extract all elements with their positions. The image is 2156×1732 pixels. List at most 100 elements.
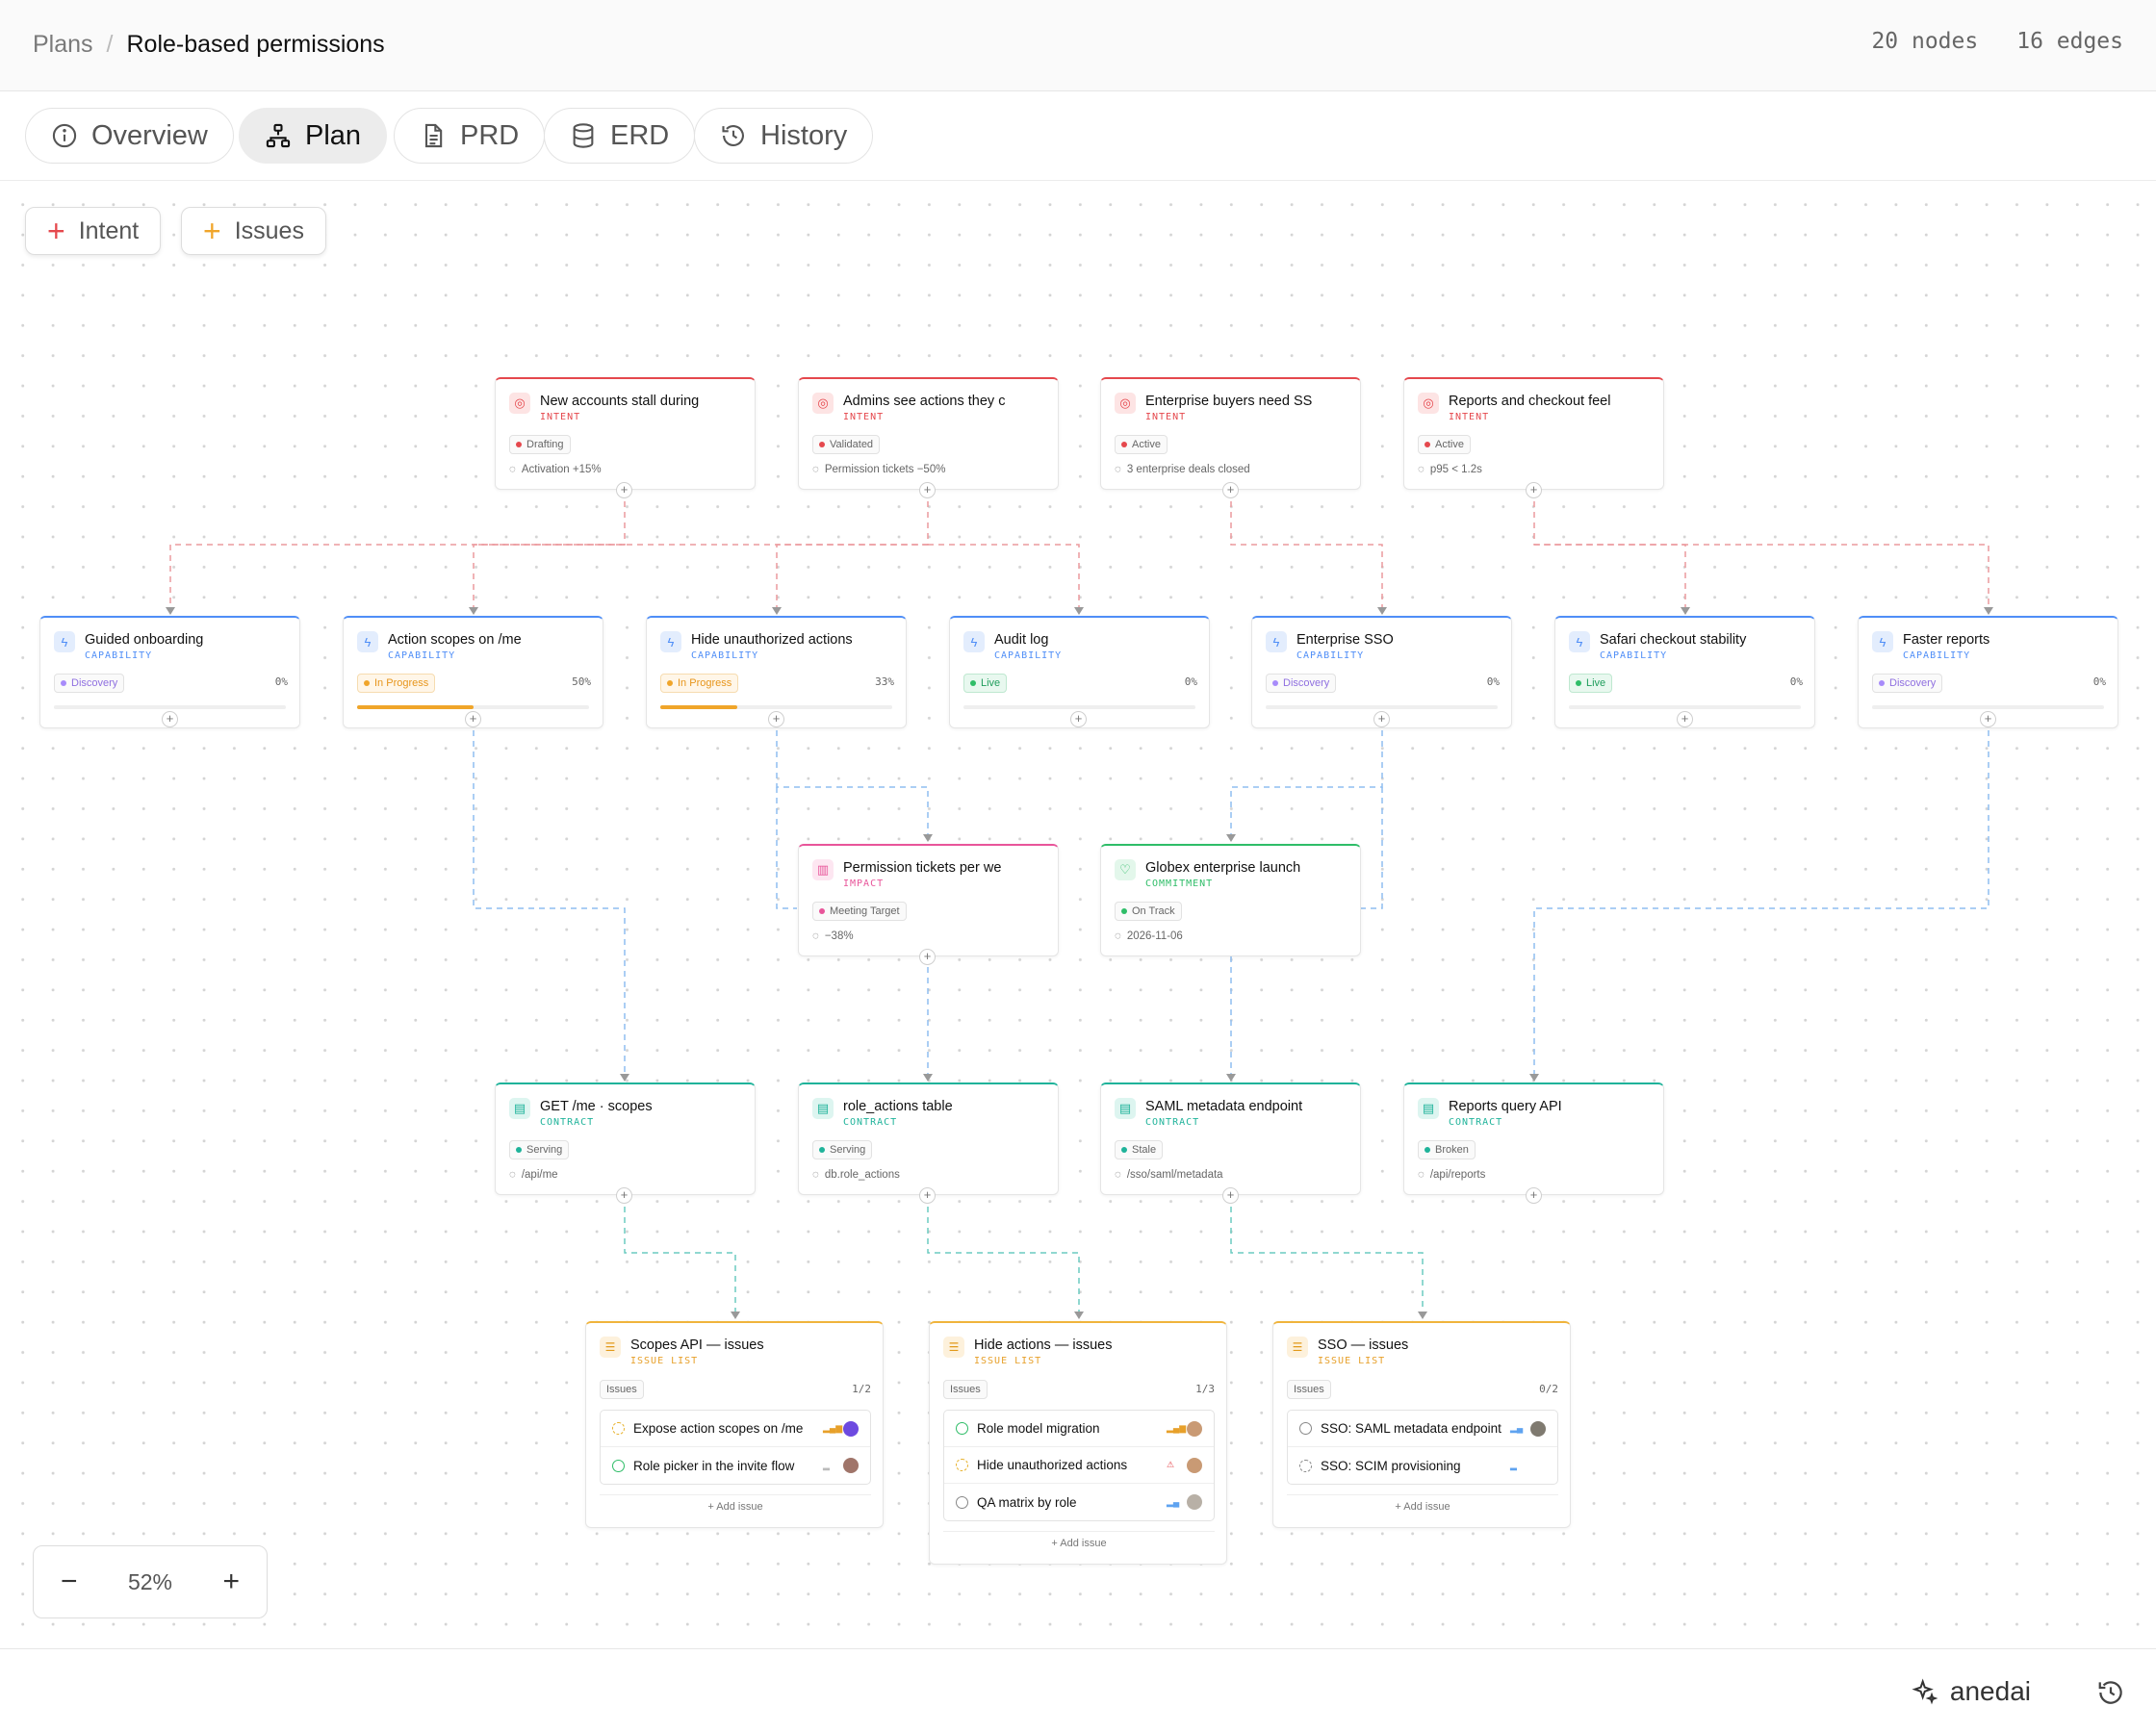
zoom-out-button[interactable]: −	[61, 1566, 78, 1598]
progress-bar	[963, 705, 1195, 709]
add-child-handle[interactable]: +	[1070, 711, 1087, 727]
priority-icon: ▂▄▆	[823, 1423, 843, 1433]
issue-rows: Expose action scopes on /me ▂▄▆ Role pick…	[600, 1410, 871, 1485]
issue-list-node[interactable]: ☰ Scopes API — issues ISSUE LIST Issues …	[585, 1321, 884, 1528]
add-child-handle[interactable]: +	[1222, 482, 1239, 498]
add-issue-button[interactable]: + Add issue	[1287, 1494, 1558, 1517]
target-icon: ◎	[1115, 393, 1136, 414]
progress-bar	[1569, 705, 1801, 709]
zoom-in-button[interactable]: +	[222, 1566, 240, 1598]
issue-row[interactable]: SSO: SCIM provisioning ▂	[1288, 1447, 1557, 1484]
add-child-handle[interactable]: +	[1373, 711, 1390, 727]
add-child-handle[interactable]: +	[919, 1187, 936, 1204]
avatar	[1187, 1457, 1202, 1473]
lightning-icon: ϟ	[660, 631, 681, 652]
edge	[927, 1196, 1080, 1316]
dashed-circle-icon: ◌	[1418, 1169, 1424, 1181]
priority-icon: ▂▄	[1510, 1423, 1524, 1433]
edge-arrow	[731, 1312, 740, 1319]
add-issue-button[interactable]: + Add issue	[943, 1531, 1215, 1554]
metric: ◌/api/me	[509, 1169, 558, 1181]
status-badge: Live	[1569, 674, 1613, 693]
intent-node[interactable]: ◎ Enterprise buyers need SS INTENT Activ…	[1100, 377, 1361, 490]
edge	[1230, 720, 1383, 839]
target-icon: ◎	[812, 393, 834, 414]
edge-arrow	[1984, 607, 1993, 615]
avatar-empty	[1530, 1458, 1546, 1473]
avatar	[843, 1458, 859, 1473]
edge-arrow	[1529, 1074, 1539, 1082]
scroll-icon: ▤	[509, 1098, 530, 1119]
edge-arrow	[923, 1074, 933, 1082]
avatar	[843, 1420, 859, 1437]
assistant-button[interactable]: anedai	[1912, 1676, 2031, 1707]
issue-row[interactable]: Expose action scopes on /me ▂▄▆	[601, 1411, 870, 1447]
priority-icon: ▂▄▆	[1167, 1423, 1187, 1433]
checklist-icon: ☰	[1287, 1337, 1308, 1358]
add-child-handle[interactable]: +	[1980, 711, 1996, 727]
metric: ◌ −38%	[812, 930, 854, 942]
impact-node[interactable]: ▥ Permission tickets per we IMPACT Meeti…	[798, 844, 1059, 956]
edge	[1533, 720, 1989, 1079]
issue-row[interactable]: Hide unauthorized actions ⚠	[944, 1447, 1214, 1484]
edge	[1533, 491, 1686, 612]
issue-count: 1/2	[852, 1383, 871, 1395]
add-issue-button[interactable]: + Add issue	[600, 1494, 871, 1517]
add-child-handle[interactable]: +	[919, 482, 936, 498]
dashed-circle-icon: ◌	[812, 464, 819, 475]
contract-node[interactable]: ▤ GET /me · scopes CONTRACT Serving ◌/ap…	[495, 1082, 756, 1195]
done-check-icon	[612, 1459, 625, 1472]
issue-list-node[interactable]: ☰ SSO — issues ISSUE LIST Issues 0/2 SSO…	[1272, 1321, 1571, 1528]
edge	[928, 544, 1080, 612]
commitment-node[interactable]: ♡ Globex enterprise launch COMMITMENT On…	[1100, 844, 1361, 956]
contract-node[interactable]: ▤ Reports query API CONTRACT Broken ◌/ap…	[1403, 1082, 1664, 1195]
target-icon: ◎	[509, 393, 530, 414]
progress-bar	[357, 705, 589, 709]
edge	[624, 1196, 736, 1316]
issue-list-node[interactable]: ☰ Hide actions — issues ISSUE LIST Issue…	[929, 1321, 1227, 1565]
in-progress-icon	[612, 1422, 625, 1435]
dashed-circle-icon: ◌	[1418, 464, 1424, 475]
intent-node[interactable]: ◎ New accounts stall during INTENT Draft…	[495, 377, 756, 490]
add-child-handle[interactable]: +	[616, 482, 632, 498]
edge	[474, 491, 929, 546]
add-child-handle[interactable]: +	[162, 711, 178, 727]
add-child-handle[interactable]: +	[1677, 711, 1693, 727]
issue-row[interactable]: Role model migration ▂▄▆	[944, 1411, 1214, 1447]
edge-arrow	[1681, 607, 1690, 615]
progress-bar	[1872, 705, 2104, 709]
contract-node[interactable]: ▤ SAML metadata endpoint CONTRACT Stale …	[1100, 1082, 1361, 1195]
add-child-handle[interactable]: +	[1526, 482, 1542, 498]
issue-count: 1/3	[1195, 1383, 1215, 1395]
status-badge: Meeting Target	[812, 902, 907, 921]
edge-arrow	[1074, 607, 1084, 615]
add-child-handle[interactable]: +	[1526, 1187, 1542, 1204]
issue-row[interactable]: Role picker in the invite flow ▂	[601, 1447, 870, 1484]
issue-row[interactable]: QA matrix by role ▂▄	[944, 1484, 1214, 1520]
todo-circle-icon	[1299, 1422, 1312, 1435]
add-child-handle[interactable]: +	[919, 949, 936, 965]
add-child-handle[interactable]: +	[616, 1187, 632, 1204]
add-child-handle[interactable]: +	[1222, 1187, 1239, 1204]
status-badge: Discovery	[54, 674, 125, 693]
intent-node[interactable]: ◎ Admins see actions they c INTENT Valid…	[798, 377, 1059, 490]
status-badge: Broken	[1418, 1140, 1476, 1159]
edge	[776, 544, 928, 612]
history-icon[interactable]	[2096, 1678, 2125, 1707]
issues-tag: Issues	[1287, 1380, 1331, 1399]
edge-arrow	[469, 607, 478, 615]
add-child-handle[interactable]: +	[768, 711, 784, 727]
zoom-control: − 52% +	[33, 1545, 268, 1618]
dashed-circle-icon: ◌	[812, 1169, 819, 1181]
contract-node[interactable]: ▤ role_actions table CONTRACT Serving ◌ d…	[798, 1082, 1059, 1195]
add-child-handle[interactable]: +	[465, 711, 481, 727]
metric: ◌ 3 enterprise deals closed	[1115, 464, 1250, 475]
edge-arrow	[1226, 1074, 1236, 1082]
issue-row[interactable]: SSO: SAML metadata endpoint ▂▄	[1288, 1411, 1557, 1447]
edge	[1359, 787, 1383, 909]
edge	[776, 720, 929, 839]
priority-icon: ▂▄	[1167, 1496, 1180, 1507]
edge-arrow	[166, 607, 175, 615]
dashed-circle-icon: ◌	[1115, 464, 1121, 475]
intent-node[interactable]: ◎ Reports and checkout feel INTENT Activ…	[1403, 377, 1664, 490]
